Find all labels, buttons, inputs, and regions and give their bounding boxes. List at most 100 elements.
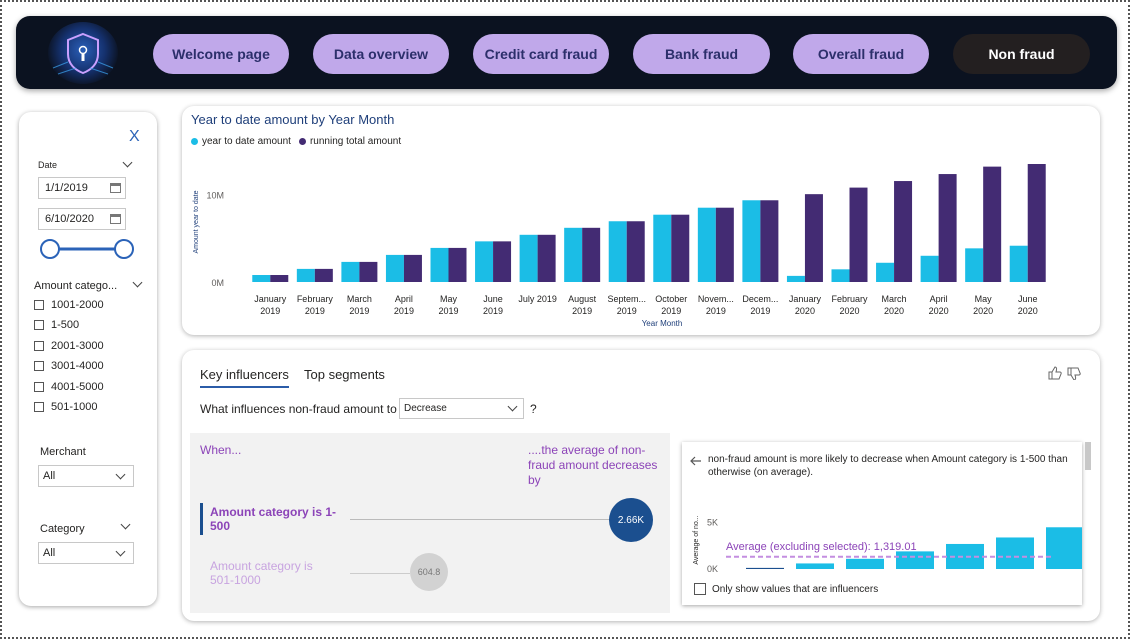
date-filter-label: Date [38, 160, 58, 170]
close-filter-button[interactable]: X [129, 128, 140, 146]
bar-running-12[interactable] [804, 194, 823, 282]
detail-bar-1[interactable] [796, 563, 834, 569]
y-tick-label: 10M [206, 191, 224, 201]
influence-direction-dropdown[interactable]: Decrease [399, 398, 524, 419]
bar-running-15[interactable] [938, 174, 957, 282]
start-date-input[interactable]: 1/1/2019 [38, 177, 126, 199]
detail-bar-5[interactable] [996, 537, 1034, 569]
x-tick-label: August [568, 294, 597, 304]
x-tick-label: 2019 [260, 306, 280, 316]
calendar-icon[interactable] [110, 183, 121, 193]
option-label: 3001-4000 [51, 360, 104, 372]
amount-option-3001-4000[interactable]: 3001-4000 [34, 360, 104, 372]
tab-key-influencers[interactable]: Key influencers [200, 367, 289, 388]
bar-running-16[interactable] [983, 166, 1002, 282]
bar-running-8[interactable] [626, 221, 645, 282]
bar-running-3[interactable] [403, 254, 422, 282]
bar-ytd-9[interactable] [653, 214, 672, 282]
amount-option-2001-3000[interactable]: 2001-3000 [34, 340, 104, 352]
average-label: Average (excluding selected): 1,319.01 [726, 541, 917, 553]
nav-data-overview-button[interactable]: Data overview [313, 34, 449, 74]
influence-value-bubble[interactable]: 2.66K [609, 498, 653, 542]
bar-running-7[interactable] [582, 227, 601, 282]
bar-ytd-4[interactable] [430, 247, 449, 282]
x-tick-label: 2019 [483, 306, 503, 316]
detail-bar-chart: Average of no... 5K 0K Average (excluding s… [693, 515, 1082, 574]
ytd-bar-chart[interactable]: 0M 10M Amount year to date January 2019 Febru… [182, 106, 1100, 335]
detail-bar-3[interactable] [896, 551, 934, 569]
chevron-down-icon[interactable] [122, 157, 133, 168]
influencer-item-501-1000[interactable]: Amount category is 501-1000 [210, 559, 340, 587]
checkbox-icon[interactable] [34, 361, 44, 371]
bar-running-0[interactable] [270, 275, 289, 282]
bar-ytd-11[interactable] [742, 200, 761, 282]
checkbox-icon[interactable] [34, 341, 44, 351]
bar-ytd-10[interactable] [697, 207, 716, 282]
date-range-slider[interactable] [38, 237, 138, 261]
bar-ytd-6[interactable] [519, 234, 538, 282]
bar-ytd-3[interactable] [385, 254, 404, 282]
tab-top-segments[interactable]: Top segments [304, 367, 385, 382]
bar-ytd-14[interactable] [876, 262, 895, 282]
bar-ytd-17[interactable] [1009, 245, 1028, 282]
detail-scrollbar[interactable] [1085, 442, 1091, 470]
bar-ytd-12[interactable] [786, 275, 805, 282]
amount-option-501-1000[interactable]: 501-1000 [34, 401, 98, 413]
selected-indicator [200, 503, 203, 535]
bar-running-13[interactable] [849, 187, 868, 282]
detail-bar-0[interactable] [746, 567, 784, 569]
only-influencers-checkbox[interactable]: Only show values that are influencers [694, 583, 878, 595]
amount-option-1001-2000[interactable]: 1001-2000 [34, 299, 104, 311]
merchant-selected-value: All [43, 470, 56, 482]
bar-ytd-0[interactable] [252, 275, 271, 282]
bar-ytd-7[interactable] [564, 227, 583, 282]
checkbox-icon[interactable] [34, 402, 44, 412]
bar-running-2[interactable] [359, 261, 378, 282]
chevron-down-icon[interactable] [132, 277, 143, 288]
bar-ytd-15[interactable] [920, 255, 939, 282]
merchant-filter-label: Merchant [40, 446, 86, 458]
amount-option-4001-5000[interactable]: 4001-5000 [34, 381, 104, 393]
bar-running-14[interactable] [894, 181, 913, 282]
bar-running-6[interactable] [537, 234, 556, 282]
influence-value-bubble[interactable]: 604.8 [410, 553, 448, 591]
bar-ytd-16[interactable] [965, 248, 984, 282]
influencer-item-1-500[interactable]: Amount category is 1-500 [210, 505, 340, 533]
checkbox-icon[interactable] [34, 320, 44, 330]
bar-running-10[interactable] [715, 207, 734, 282]
bar-running-1[interactable] [314, 268, 333, 282]
end-date-input[interactable]: 6/10/2020 [38, 208, 126, 230]
bar-ytd-13[interactable] [831, 269, 850, 282]
detail-bar-6[interactable] [1046, 527, 1082, 569]
nav-bank-fraud-button[interactable]: Bank fraud [633, 34, 770, 74]
chevron-down-icon[interactable] [120, 519, 131, 530]
amount-option-1-500[interactable]: 1-500 [34, 319, 79, 331]
slider-start-handle[interactable] [40, 239, 60, 259]
bar-running-5[interactable] [493, 241, 512, 282]
category-dropdown[interactable]: All [38, 542, 134, 564]
checkbox-icon[interactable] [694, 583, 706, 595]
thumbs-up-icon[interactable] [1048, 366, 1062, 380]
bar-ytd-1[interactable] [296, 268, 315, 282]
bar-ytd-8[interactable] [608, 221, 627, 282]
detail-bar-2[interactable] [846, 558, 884, 569]
checkbox-icon[interactable] [34, 382, 44, 392]
bar-ytd-2[interactable] [341, 261, 360, 282]
checkbox-icon[interactable] [34, 300, 44, 310]
bar-ytd-5[interactable] [475, 241, 494, 282]
thumbs-down-icon[interactable] [1067, 367, 1081, 380]
option-label: 1-500 [51, 319, 80, 331]
bar-running-17[interactable] [1027, 164, 1046, 282]
help-question-mark[interactable]: ? [530, 402, 537, 416]
bar-running-4[interactable] [448, 247, 467, 282]
calendar-icon[interactable] [110, 214, 121, 224]
merchant-dropdown[interactable]: All [38, 465, 134, 487]
bar-running-11[interactable] [760, 200, 779, 282]
x-tick-label: 2020 [929, 306, 949, 316]
nav-credit-card-fraud-button[interactable]: Credit card fraud [473, 34, 609, 74]
bar-running-9[interactable] [671, 214, 690, 282]
nav-overall-fraud-button[interactable]: Overall fraud [793, 34, 929, 74]
nav-non-fraud-button[interactable]: Non fraud [953, 34, 1090, 74]
nav-welcome-page-button[interactable]: Welcome page [153, 34, 289, 74]
slider-end-handle[interactable] [114, 239, 134, 259]
